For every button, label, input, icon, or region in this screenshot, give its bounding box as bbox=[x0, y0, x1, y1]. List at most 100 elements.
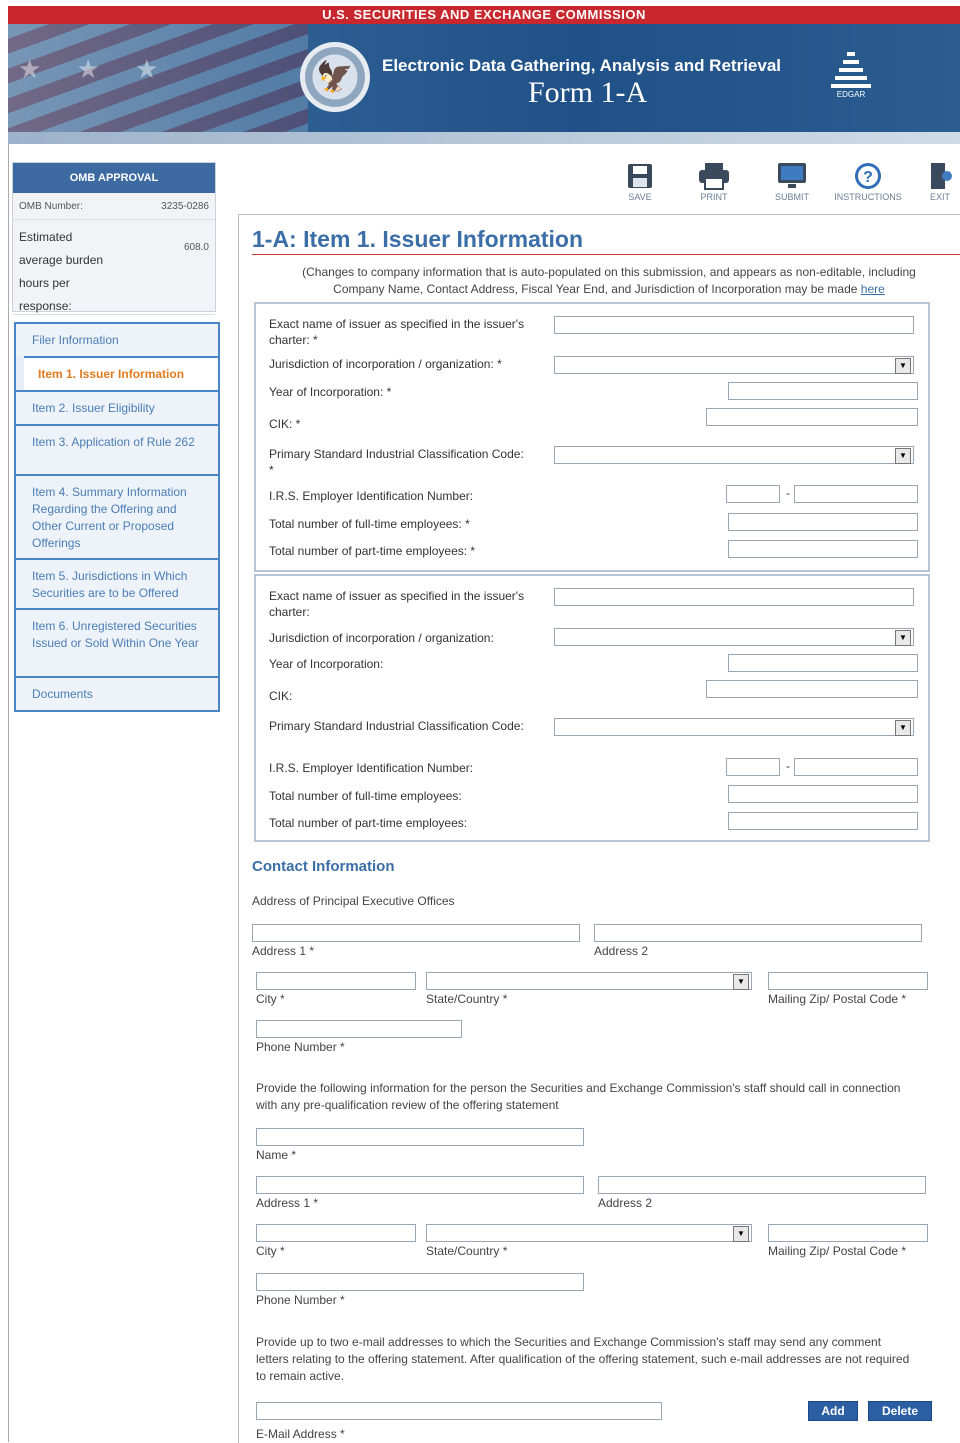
irs-input-prefix-2[interactable] bbox=[726, 758, 780, 776]
submit-button[interactable]: SUBMIT bbox=[764, 160, 820, 202]
email-input[interactable] bbox=[256, 1402, 662, 1420]
instructions-label: INSTRUCTIONS bbox=[834, 192, 902, 202]
exit-label: EXIT bbox=[929, 192, 950, 202]
year-input[interactable] bbox=[728, 382, 918, 400]
save-label: SAVE bbox=[628, 192, 652, 202]
submit-label: SUBMIT bbox=[774, 192, 809, 202]
irs-input-prefix[interactable] bbox=[726, 485, 780, 503]
left-border bbox=[8, 144, 9, 1442]
omb-burden-label: Estimated average burden hours per respo… bbox=[19, 230, 104, 313]
zip-input[interactable] bbox=[768, 972, 928, 990]
change-note: (Changes to company information that is … bbox=[258, 264, 960, 298]
irs-input-suffix-2[interactable] bbox=[794, 758, 918, 776]
stars-graphic: ★ ★ ★ bbox=[18, 54, 173, 84]
jurisdiction-select-2[interactable]: ▼ bbox=[554, 628, 914, 646]
state-label: State/Country * bbox=[426, 992, 508, 1006]
address-heading: Address of Principal Executive Offices bbox=[252, 894, 455, 908]
fulltime-input-2[interactable] bbox=[728, 785, 918, 803]
instructions-button[interactable]: ? INSTRUCTIONS bbox=[826, 160, 910, 202]
sic-label-2: Primary Standard Industrial Classificati… bbox=[269, 719, 524, 733]
exit-button[interactable]: EXIT bbox=[920, 160, 960, 202]
phone-label: Phone Number * bbox=[256, 1040, 345, 1054]
contact-address2-input[interactable] bbox=[598, 1176, 926, 1194]
nav-item-3-rule-262[interactable]: Item 3. Application of Rule 262 bbox=[16, 424, 218, 474]
email-instructions-text: Provide up to two e-mail addresses to wh… bbox=[256, 1335, 910, 1383]
address1-input[interactable] bbox=[252, 924, 580, 942]
omb-burden-value: 608.0 bbox=[183, 242, 209, 253]
contact-state-select[interactable]: ▼ bbox=[426, 1224, 752, 1242]
contact-phone-input[interactable] bbox=[256, 1273, 584, 1291]
omb-burden-row: Estimated average burden hours per respo… bbox=[13, 220, 215, 315]
exact-name-label-2: Exact name of issuer as specified in the… bbox=[269, 589, 525, 619]
contact-zip-label: Mailing Zip/ Postal Code * bbox=[768, 1244, 907, 1258]
state-select[interactable]: ▼ bbox=[426, 972, 752, 990]
exit-icon bbox=[920, 160, 960, 192]
sec-seal-icon: 🦅 bbox=[300, 42, 370, 112]
issuer-box-1: Exact name of issuer as specified in the… bbox=[254, 302, 930, 572]
address2-input[interactable] bbox=[594, 924, 922, 942]
nav-filer-information[interactable]: Filer Information bbox=[16, 322, 218, 356]
nav-item-6-unregistered-securities[interactable]: Item 6. Unregistered Securities Issued o… bbox=[16, 608, 218, 676]
exact-name-input-2[interactable] bbox=[554, 588, 914, 606]
header-band bbox=[8, 132, 960, 144]
exact-name-input[interactable] bbox=[554, 316, 914, 334]
parttime-input-2[interactable] bbox=[728, 812, 918, 830]
zip-label: Mailing Zip/ Postal Code * bbox=[768, 992, 907, 1006]
submit-icon bbox=[764, 160, 820, 192]
contact-address2-label: Address 2 bbox=[598, 1196, 653, 1210]
chevron-down-icon: ▼ bbox=[895, 630, 911, 646]
cik-input-2[interactable] bbox=[706, 680, 918, 698]
jurisdiction-label: Jurisdiction of incorporation / organiza… bbox=[269, 357, 502, 371]
sic-label: Primary Standard Industrial Classificati… bbox=[269, 447, 524, 477]
contact-city-input[interactable] bbox=[256, 1224, 416, 1242]
nav-documents[interactable]: Documents bbox=[16, 676, 218, 710]
contact-address1-label: Address 1 * bbox=[256, 1196, 319, 1210]
contact-phone-label: Phone Number * bbox=[256, 1293, 345, 1307]
fulltime-label: Total number of full-time employees: * bbox=[269, 517, 470, 531]
parttime-input[interactable] bbox=[728, 540, 918, 558]
fulltime-input[interactable] bbox=[728, 513, 918, 531]
contact-zip-input[interactable] bbox=[768, 1224, 928, 1242]
nav-item-2-issuer-eligibility[interactable]: Item 2. Issuer Eligibility bbox=[16, 390, 218, 424]
name-label: Name * bbox=[256, 1148, 297, 1162]
name-input[interactable] bbox=[256, 1128, 584, 1146]
cik-input[interactable] bbox=[706, 408, 918, 426]
page-title: 1-A: Item 1. Issuer Information bbox=[252, 226, 584, 252]
svg-text:?: ? bbox=[863, 169, 873, 186]
print-button[interactable]: PRINT bbox=[686, 160, 742, 202]
irs-dash: - bbox=[786, 486, 790, 500]
irs-label-2: I.R.S. Employer Identification Number: bbox=[269, 761, 474, 775]
sic-select[interactable]: ▼ bbox=[554, 446, 914, 464]
save-icon bbox=[612, 160, 668, 192]
note-line-1: (Changes to company information that is … bbox=[302, 265, 916, 279]
cik-label: CIK: * bbox=[269, 417, 301, 431]
add-email-button[interactable]: Add bbox=[808, 1401, 858, 1421]
chevron-down-icon: ▼ bbox=[895, 720, 911, 736]
irs-input-suffix[interactable] bbox=[794, 485, 918, 503]
nav-item-4-summary-information[interactable]: Item 4. Summary Information Regarding th… bbox=[16, 474, 218, 558]
chevron-down-icon: ▼ bbox=[895, 358, 911, 374]
jurisdiction-select[interactable]: ▼ bbox=[554, 356, 914, 374]
form-title: Form 1-A bbox=[528, 76, 648, 109]
here-link[interactable]: here bbox=[861, 282, 885, 296]
edgar-logo: EDGAR bbox=[828, 52, 874, 112]
title-divider bbox=[252, 254, 960, 255]
email-label: E-Mail Address * bbox=[256, 1427, 345, 1441]
delete-email-button[interactable]: Delete bbox=[868, 1401, 932, 1421]
contact-city-label: City * bbox=[256, 1244, 285, 1258]
banner-subtitle: Electronic Data Gathering, Analysis and … bbox=[382, 56, 782, 75]
sic-select-2[interactable]: ▼ bbox=[554, 718, 914, 736]
save-button[interactable]: SAVE bbox=[612, 160, 668, 202]
city-input[interactable] bbox=[256, 972, 416, 990]
nav-item-1-issuer-information[interactable]: Item 1. Issuer Information bbox=[24, 356, 218, 390]
nav-item-5-jurisdictions[interactable]: Item 5. Jurisdictions in Which Securitie… bbox=[16, 558, 218, 608]
phone-input[interactable] bbox=[256, 1020, 462, 1038]
edgar-logo-text: EDGAR bbox=[836, 90, 866, 99]
print-label: PRINT bbox=[700, 192, 728, 202]
print-icon bbox=[686, 160, 742, 192]
contact-address1-input[interactable] bbox=[256, 1176, 584, 1194]
issuer-box-2: Exact name of issuer as specified in the… bbox=[254, 574, 930, 842]
year-label-2: Year of Incorporation: bbox=[269, 657, 384, 671]
staff-contact-text: Provide the following information for th… bbox=[256, 1081, 901, 1112]
year-input-2[interactable] bbox=[728, 654, 918, 672]
